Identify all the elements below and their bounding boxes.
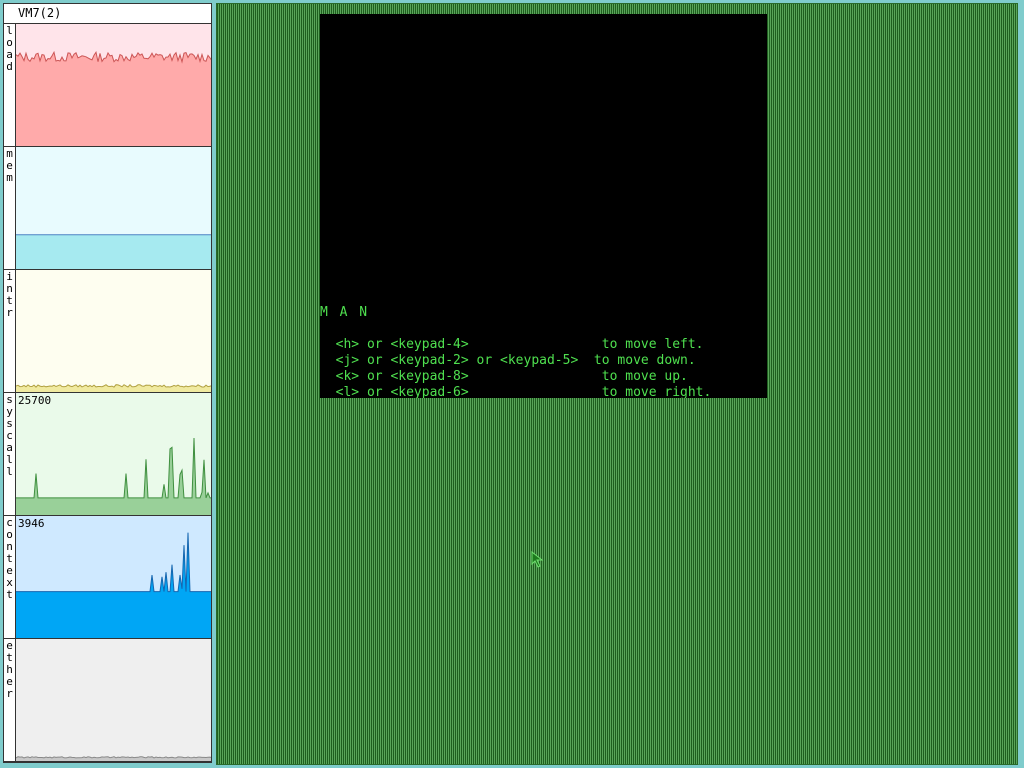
stats-graph-area-intr (16, 384, 211, 392)
stats-graph-plot-load (16, 50, 211, 146)
help-line-move-left: <h> or <keypad-4> to move left. (320, 337, 704, 352)
stats-panel-ether: ether (4, 639, 211, 762)
stats-graph-plot-ether (16, 756, 211, 761)
stats-graph-intr (16, 270, 211, 392)
game-title: M A N (320, 305, 370, 320)
arrow-pointer-icon (531, 550, 544, 568)
stats-graph-syscall: 25700 (16, 393, 211, 515)
stats-panel-load: load (4, 24, 211, 147)
help-line-move-down: <j> or <keypad-2> or <keypad-5> to move … (320, 353, 696, 368)
stats-panel-label-intr: intr (4, 270, 16, 392)
stats-graph-mem (16, 147, 211, 269)
game-terminal-window[interactable]: M A N <h> or <keypad-4> to move left. <j… (320, 14, 767, 398)
stats-graph-plot-intr (16, 383, 211, 392)
stats-panel-mem: mem (4, 147, 211, 270)
stats-graph-load (16, 24, 211, 146)
stats-graph-area-mem (16, 234, 211, 269)
stats-panel-label-load: load (4, 24, 16, 146)
stats-graph-line-intr (16, 383, 211, 388)
stats-panel-max-context: 3946 (18, 517, 45, 530)
stats-panel-intr: intr (4, 270, 211, 393)
stats-window-title: VM7(2) (4, 4, 211, 24)
stats-graph-line-context (16, 532, 211, 593)
help-line-move-right: <l> or <keypad-6> to move right. (320, 385, 712, 398)
stats-graph-plot-syscall (16, 437, 211, 515)
stats-graph-plot-context (16, 532, 211, 638)
stats-panel-label-context: context (4, 516, 16, 638)
help-line-move-up: <k> or <keypad-8> to move up. (320, 369, 688, 384)
stats-panel-label-syscall: syscall (4, 393, 16, 515)
stats-graph-ether (16, 639, 211, 761)
stats-panel-context: c o n t e x t 3946 (4, 516, 211, 639)
stats-graph-context: 3946 (16, 516, 211, 638)
stats-panel-label-ether: ether (4, 639, 16, 761)
stats-panel-label-mem: mem (4, 147, 16, 269)
stats-graph-line-load (16, 50, 211, 64)
stats-graph-area-load (16, 52, 211, 146)
stats-graph-plot-mem (16, 234, 211, 269)
stats-monitor-window: VM7(2) l o a d m e m i n t r s y s c a l l 25700 c o n t e x t 394… (3, 3, 212, 763)
stats-panel-max-syscall: 25700 (18, 394, 52, 407)
stats-graph-area-syscall (16, 438, 211, 515)
stats-panel-syscall: s y s c a l l 25700 (4, 393, 211, 516)
